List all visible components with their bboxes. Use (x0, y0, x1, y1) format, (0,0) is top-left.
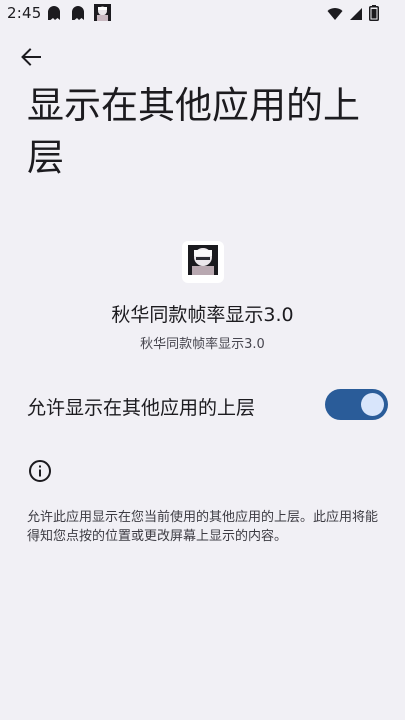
wifi-icon (327, 6, 343, 25)
permission-label: 允许显示在其他应用的上层 (27, 397, 256, 419)
status-right-icons (327, 5, 379, 25)
app-avatar-icon (188, 245, 218, 279)
back-button[interactable] (14, 44, 48, 74)
page-title: 显示在其他应用的上层 (27, 84, 360, 179)
notification-ghost-icon (70, 5, 86, 21)
app-thumbnail-icon (94, 4, 111, 21)
notification-ghost-icon (46, 5, 62, 21)
battery-icon (369, 5, 379, 25)
screen: 2:45 显示在其他应用的上层 秋华同款帧率显示3.0 秋华同款帧率显示3.0 … (0, 0, 405, 720)
permission-toggle-row[interactable]: 允许显示在其他应用的上层 (0, 378, 405, 432)
permission-switch[interactable] (325, 389, 388, 420)
status-bar: 2:45 (0, 0, 405, 26)
app-name: 秋华同款帧率显示3.0 (111, 304, 294, 326)
signal-icon (349, 6, 363, 25)
permission-description: 允许此应用显示在您当前使用的其他应用的上层。此应用将能得知您点按的位置或更改屏幕… (27, 510, 379, 544)
switch-thumb (361, 393, 384, 416)
arrow-back-icon (21, 48, 41, 70)
status-time: 2:45 (7, 4, 42, 22)
app-icon (182, 241, 224, 283)
info-icon (28, 459, 52, 483)
app-subname: 秋华同款帧率显示3.0 (140, 337, 265, 352)
